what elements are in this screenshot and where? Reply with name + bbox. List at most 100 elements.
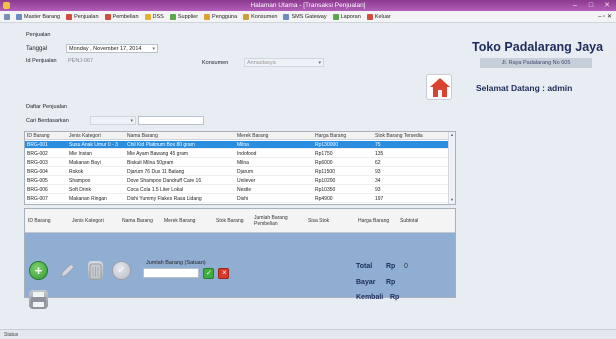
cell-merek: Milna <box>237 160 249 166</box>
mdi-window-controls[interactable]: – ▫ ✕ <box>598 13 612 20</box>
col-stok-barang[interactable]: Stok Barang <box>213 209 251 233</box>
col-harga-barang[interactable]: Harga Barang <box>355 209 397 233</box>
edit-button[interactable] <box>58 261 77 280</box>
cell-kategori: Susu Anak Umur 0 - 3 <box>69 142 118 148</box>
cell-stok: 93 <box>375 169 381 175</box>
scroll-down-icon[interactable]: ▼ <box>449 197 455 204</box>
tanggal-date: November 17, 2014 <box>93 46 142 52</box>
cell-id: BRG-001 <box>27 142 48 148</box>
konsumen-select[interactable]: Annastasya ▾ <box>244 58 324 67</box>
calendar-dropdown-icon[interactable]: ▾ <box>152 46 155 52</box>
cell-merek: Unilever <box>237 178 256 184</box>
title-bar: Halaman Utama - [Transaksi Penjualan] – … <box>0 0 616 11</box>
keluar-icon <box>366 13 373 20</box>
col-sisa-stok[interactable]: Sisa Stok <box>305 209 355 233</box>
menu-dss[interactable]: DSS <box>144 13 164 20</box>
menu-bar: Master Barang Penjualan Pembelian DSS Su… <box>0 11 616 23</box>
cell-kategori: Shampoo <box>69 178 91 184</box>
menu-supplier[interactable]: Supplier <box>169 13 198 20</box>
cell-nama: Djarum 76 Dus 11 Batang <box>127 169 185 175</box>
cell-harga: Rp11500 <box>315 169 335 175</box>
menu-master-barang[interactable]: Master Barang <box>16 13 60 20</box>
col-harga-barang[interactable]: Harga Barang <box>313 132 371 140</box>
cell-kategori: Mie Instan <box>69 151 93 157</box>
quantity-input[interactable] <box>143 268 199 278</box>
bayar-currency: Rp <box>386 279 396 286</box>
cell-kategori: Makanan Bayi <box>69 160 101 166</box>
table-row[interactable]: BRG-005 Shampoo Dove Shampoo Dandruff Ca… <box>25 177 449 185</box>
table-row[interactable]: BRG-004 Rokok Djarum 76 Dus 11 Batang Dj… <box>25 168 449 176</box>
search-input[interactable] <box>138 116 204 125</box>
cancel-quantity-button[interactable] <box>218 268 229 279</box>
table-header: ID Barang Jenis Kategori Nama Barang Mer… <box>25 132 449 140</box>
table-row[interactable]: BRG-002 Mie Instan Mie Ayam Bawang 45 gr… <box>25 150 449 158</box>
col-jenis-kategori[interactable]: Jenis Kategori <box>69 209 119 233</box>
menu-penjualan[interactable]: Penjualan <box>66 13 99 20</box>
bayar-label: Bayar <box>356 279 376 286</box>
menu-pengguna[interactable]: Pengguna <box>204 13 237 20</box>
table-row[interactable]: BRG-003 Makanan Bayi Biskuit Milna 50gra… <box>25 159 449 167</box>
id-penjualan-value: PENJ-067 <box>68 58 94 64</box>
cell-stok: 197 <box>375 196 384 202</box>
menu-keluar[interactable]: Keluar <box>366 13 391 20</box>
cell-harga: Rp1750 <box>315 151 333 157</box>
scroll-up-icon[interactable]: ▲ <box>449 132 455 139</box>
bayar-input[interactable] <box>400 277 452 287</box>
col-nama-barang[interactable]: Nama Barang <box>119 209 161 233</box>
kembali-label: Kembali <box>356 294 384 301</box>
product-table[interactable]: ID Barang Jenis Kategori Nama Barang Mer… <box>24 131 456 205</box>
col-jumlah-pembelian[interactable]: Jumlah Barang Pembelian <box>251 209 305 233</box>
tanggal-day: Monday <box>69 46 89 52</box>
col-stok-barang[interactable]: Stok Barang Tersedia <box>373 132 443 140</box>
status-bar: Status <box>0 329 616 339</box>
tanggal-label: Tanggal <box>26 46 48 52</box>
cell-merek: Milna <box>237 142 249 148</box>
col-merek-barang[interactable]: Merek Barang <box>235 132 311 140</box>
add-to-cart-button[interactable] <box>203 268 214 279</box>
cell-id: BRG-003 <box>27 160 48 166</box>
trash-icon <box>89 263 102 280</box>
col-merek-barang[interactable]: Merek Barang <box>161 209 213 233</box>
menu-konsumen[interactable]: Konsumen <box>243 13 277 20</box>
total-value: 0 <box>404 263 408 270</box>
window-title: Halaman Utama - [Transaksi Penjualan] <box>250 2 366 9</box>
close-icon[interactable]: ✕ <box>602 1 612 10</box>
supplier-icon <box>169 13 176 20</box>
tanggal-date-picker[interactable]: Monday , November 17, 2014 ▾ <box>66 44 158 53</box>
menu-pembelian[interactable]: Pembelian <box>104 13 139 20</box>
col-id-barang[interactable]: ID Barang <box>25 209 69 233</box>
col-id-barang[interactable]: ID Barang <box>25 132 65 140</box>
delete-button[interactable] <box>88 261 103 280</box>
cell-nama: Dishi Yummy Flakes Rasa Lidang <box>127 196 202 202</box>
store-address: Jl. Raya Padalarang No 605 <box>480 58 592 68</box>
table-row[interactable]: BRG-007 Makanan Ringan Dishi Yummy Flake… <box>25 195 449 203</box>
col-subtotal[interactable]: Subtotal <box>397 209 455 233</box>
laporan-icon <box>332 13 339 20</box>
confirm-button[interactable] <box>112 261 131 280</box>
table-row[interactable]: BRG-001 Susu Anak Umur 0 - 3 Chil Kid Pl… <box>25 141 449 149</box>
pembelian-icon <box>104 13 111 20</box>
col-nama-barang[interactable]: Nama Barang <box>125 132 233 140</box>
master-barang-icon <box>16 13 22 20</box>
cart-header: ID Barang Jenis Kategori Nama Barang Mer… <box>25 209 455 233</box>
menu-sms-gateway[interactable]: SMS Gateway <box>283 13 327 20</box>
penjualan-icon <box>66 13 73 20</box>
chevron-down-icon: ▾ <box>318 60 321 66</box>
cell-merek: Djarum <box>237 169 254 175</box>
cell-nama: Biskuit Milna 50gram <box>127 160 174 166</box>
minimize-icon[interactable]: – <box>570 1 580 10</box>
menu-laporan[interactable]: Laporan <box>332 13 361 20</box>
cari-berdasarkan-select[interactable]: ▾ <box>90 116 136 125</box>
table-scrollbar[interactable]: ▲ ▼ <box>448 132 455 204</box>
pengguna-icon <box>204 13 211 20</box>
dss-icon <box>144 13 151 20</box>
app-menu-icon[interactable] <box>4 13 10 20</box>
maximize-icon[interactable]: □ <box>586 1 596 10</box>
add-item-button[interactable] <box>29 261 48 280</box>
table-row[interactable]: BRG-006 Soft Drink Coca Cola 1.5 Liter L… <box>25 186 449 194</box>
print-button[interactable] <box>29 290 48 309</box>
home-button[interactable] <box>426 74 452 100</box>
cell-id: BRG-005 <box>27 178 48 184</box>
cell-stok: 93 <box>375 187 381 193</box>
col-jenis-kategori[interactable]: Jenis Kategori <box>67 132 123 140</box>
